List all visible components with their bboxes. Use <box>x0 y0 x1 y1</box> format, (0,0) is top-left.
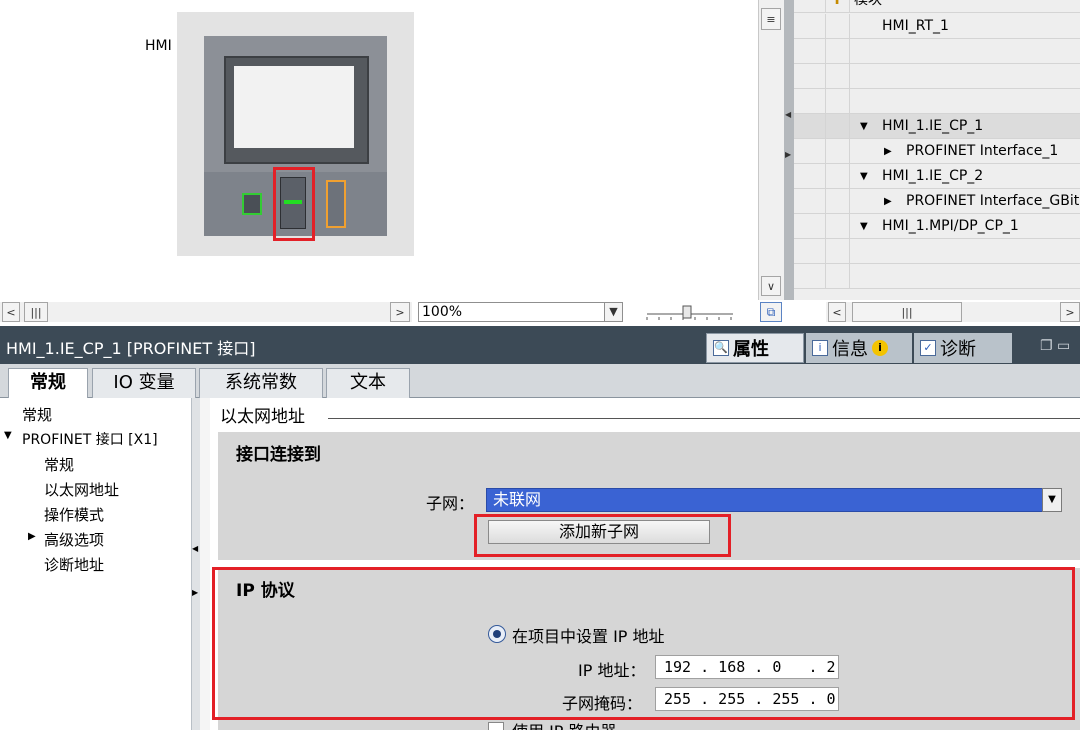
nav-scrollbar[interactable] <box>200 398 210 730</box>
expand-toggle-icon[interactable]: ▶ <box>884 189 892 214</box>
expand-toggle-icon[interactable]: ▼ <box>860 164 868 189</box>
expand-toggle-icon[interactable]: ▼ <box>860 114 868 139</box>
row-label: PROFINET Interface_1 <box>906 143 1059 159</box>
section-title-ethernet: 以太网地址 <box>220 407 305 427</box>
row-label: HMI_1.IE_CP_2 <box>882 168 984 184</box>
chevron-down-icon[interactable]: ▼ <box>604 303 622 321</box>
table-row[interactable]: ▶ PROFINET Interface_GBit <box>794 189 1080 214</box>
table-row[interactable] <box>794 89 1080 114</box>
diagnostics-icon: ✓ <box>920 340 936 356</box>
table-horizontal-scrollbar[interactable]: < ||| > <box>826 302 1080 322</box>
highlight-box-ip <box>212 567 1075 720</box>
table-row[interactable]: ▼ HMI_1.MPI/DP_CP_1 <box>794 214 1080 239</box>
tab-diagnostics-label: 诊断 <box>940 339 976 360</box>
nav-item-operating-mode[interactable]: 操作模式 <box>44 504 104 525</box>
zoom-select[interactable]: 100% ▼ <box>418 302 623 322</box>
inspector-title: HMI_1.IE_CP_1 [PROFINET 接口] <box>6 339 256 358</box>
expand-arrow-icon[interactable]: ▶ <box>28 531 36 542</box>
table-row[interactable] <box>794 39 1080 64</box>
properties-icon: 🔍 <box>713 340 729 356</box>
hmi-screen <box>234 66 354 148</box>
table-row[interactable] <box>794 64 1080 89</box>
restore-window-icon[interactable]: ❐ ▭ <box>1040 338 1070 354</box>
splitter-strip[interactable]: ◀ ▶ <box>784 0 794 300</box>
highlight-box-port <box>273 167 315 241</box>
dp-port[interactable] <box>326 180 346 228</box>
tab-diagnostics[interactable]: ✓ 诊断 <box>914 333 1012 363</box>
collapse-left-icon[interactable]: ◀ <box>192 544 198 553</box>
collapse-arrow-icon[interactable]: ▼ <box>4 430 12 441</box>
scroll-right-icon[interactable]: > <box>390 302 410 322</box>
row-label: HMI_RT_1 <box>882 18 949 34</box>
info-badge-icon: i <box>872 340 888 356</box>
zoom-value: 100% <box>422 304 463 320</box>
tab-properties[interactable]: 🔍 属性 <box>706 333 804 363</box>
mpi-dp-port[interactable] <box>242 193 262 215</box>
subnet-label: 子网： <box>426 494 475 513</box>
scroll-thumb[interactable]: ||| <box>24 302 48 322</box>
zoom-slider[interactable] <box>645 304 735 322</box>
tab-properties-label: 属性 <box>733 339 769 360</box>
subtab-system-constants[interactable]: 系统常数 <box>199 368 323 398</box>
table-row[interactable]: ▼ HMI_1.IE_CP_2 <box>794 164 1080 189</box>
table-header: Y 模块 <box>794 0 1080 13</box>
expand-right-icon[interactable]: ▶ <box>192 588 198 597</box>
scroll-right-icon[interactable]: > <box>1060 302 1080 322</box>
device-view-vertical-scrollbar[interactable]: ≡ ∨ <box>758 0 784 300</box>
expand-toggle-icon[interactable]: ▶ <box>884 139 892 164</box>
table-row[interactable]: ▶ PROFINET Interface_1 <box>794 139 1080 164</box>
subtab-general[interactable]: 常规 <box>8 368 88 399</box>
expand-toggle-icon[interactable]: ▼ <box>860 214 868 239</box>
use-router-checkbox[interactable] <box>488 722 504 730</box>
scroll-thumb[interactable]: ||| <box>852 302 962 322</box>
table-row[interactable] <box>794 264 1080 289</box>
scroll-down-icon[interactable]: ∨ <box>761 276 781 296</box>
row-label: PROFINET Interface_GBit <box>906 193 1080 209</box>
expand-right-icon[interactable]: ▶ <box>785 150 791 159</box>
tab-info[interactable]: i 信息 i <box>806 333 912 363</box>
subtab-io-tags[interactable]: IO 变量 <box>92 368 196 398</box>
nav-item-diagnostic-address[interactable]: 诊断地址 <box>44 554 104 575</box>
collapse-left-icon[interactable]: ◀ <box>785 110 791 119</box>
tab-info-label: 信息 <box>832 339 868 360</box>
chevron-down-icon[interactable]: ▼ <box>1042 488 1062 512</box>
nav-tree: 常规 ▼ PROFINET 接口 [X1] 常规 以太网地址 操作模式 ▶ 高级… <box>0 398 192 730</box>
group-title-connection: 接口连接到 <box>236 445 321 465</box>
section-divider <box>328 418 1080 419</box>
scroll-menu-icon[interactable]: ≡ <box>761 8 781 30</box>
nav-item-general[interactable]: 常规 <box>22 404 52 425</box>
scroll-left-icon[interactable]: < <box>828 302 846 322</box>
module-icon: Y <box>832 0 843 8</box>
subtab-texts[interactable]: 文本 <box>326 368 410 398</box>
table-row[interactable] <box>794 239 1080 264</box>
nav-item-ethernet-address[interactable]: 以太网地址 <box>44 479 119 500</box>
highlight-box-button <box>474 514 731 557</box>
nav-item-profinet-interface[interactable]: PROFINET 接口 [X1] <box>22 429 158 449</box>
table-header-label: 模块 <box>854 0 882 8</box>
device-label: HMI <box>145 38 172 54</box>
overview-navigation-icon[interactable]: ⧉ <box>760 302 782 322</box>
row-label: HMI_1.IE_CP_1 <box>882 118 984 134</box>
nav-splitter[interactable]: ◀ ▶ <box>192 398 200 730</box>
nav-item-general-sub[interactable]: 常规 <box>44 454 74 475</box>
info-tab-icon: i <box>812 340 828 356</box>
nav-item-advanced-options[interactable]: 高级选项 <box>44 529 104 550</box>
device-view-horizontal-scrollbar[interactable]: < ||| > <box>0 302 412 322</box>
network-table: Y 模块 HMI_RT_1 ▼ HMI_1.IE_CP_1 ▶ PROFINET… <box>794 0 1080 300</box>
scroll-left-icon[interactable]: < <box>2 302 20 322</box>
table-row[interactable]: HMI_RT_1 <box>794 14 1080 39</box>
subnet-select[interactable]: 未联网 <box>486 488 1062 512</box>
table-row[interactable]: ▼ HMI_1.IE_CP_1 <box>794 114 1080 139</box>
row-label: HMI_1.MPI/DP_CP_1 <box>882 218 1019 234</box>
